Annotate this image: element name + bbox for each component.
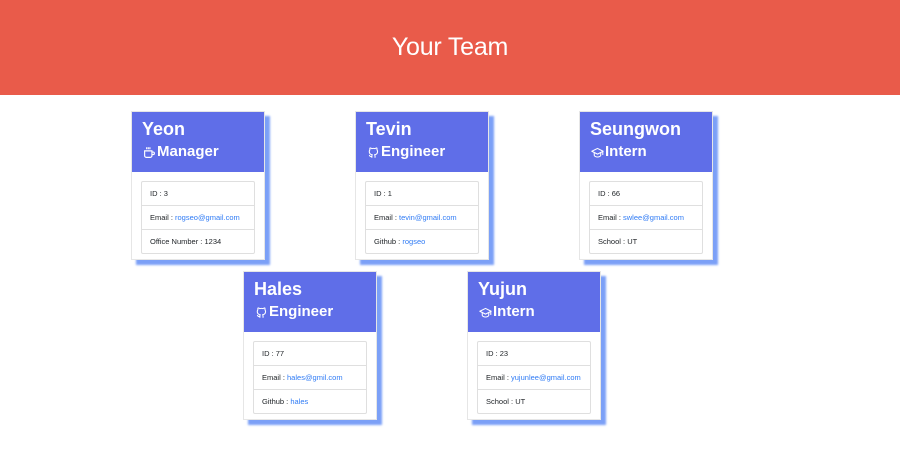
card-header: Yeon Manager (132, 112, 264, 172)
detail-id: ID : 23 (478, 342, 590, 366)
detail-school: School : UT (598, 237, 638, 246)
graduation-cap-icon (478, 305, 492, 319)
github-icon (366, 145, 380, 159)
detail-email: Email : swlee@gmail.com (590, 206, 702, 230)
employee-role: Engineer (254, 302, 376, 322)
detail-github: Github : rogseo (374, 237, 426, 246)
employee-name: Yeon (142, 119, 186, 139)
email-link[interactable]: tevin@gmail.com (399, 213, 457, 222)
role-label: Engineer (269, 303, 334, 320)
employee-card-engineer: Tevin Engineer ID : 1 Email : tevin@gmai… (355, 111, 489, 260)
employee-role: Manager (142, 142, 264, 162)
detail-id: ID : 77 (254, 342, 366, 366)
card-header: Yujun Intern (468, 272, 600, 332)
employee-details: ID : 77 Email : hales@gmil.com Github : … (253, 341, 367, 414)
employee-name: Tevin (366, 119, 412, 139)
github-icon (254, 305, 268, 319)
employee-card-engineer: Hales Engineer ID : 77 Email : hales@gmi… (243, 271, 377, 420)
email-link[interactable]: yujunlee@gmail.com (511, 373, 581, 382)
email-link[interactable]: hales@gmil.com (287, 373, 343, 382)
card-header: Hales Engineer (244, 272, 376, 332)
detail-office-number: Office Number : 1234 (150, 237, 222, 246)
role-label: Intern (605, 143, 647, 160)
detail-id: ID : 66 (590, 182, 702, 206)
employee-card-manager: Yeon Manager ID : 3 Email : rogseo@gmail… (131, 111, 265, 260)
employee-role: Intern (478, 302, 600, 322)
employee-card-intern: Seungwon Intern ID : 66 Email : swlee@gm… (579, 111, 713, 260)
employee-name: Yujun (478, 279, 527, 299)
detail-id: ID : 1 (366, 182, 478, 206)
card-header: Tevin Engineer (356, 112, 488, 172)
email-link[interactable]: rogseo@gmail.com (175, 213, 240, 222)
detail-email: Email : yujunlee@gmail.com (478, 366, 590, 390)
employee-name: Hales (254, 279, 303, 299)
page-header: Your Team (0, 0, 900, 95)
employee-card-intern: Yujun Intern ID : 23 Email : yujunlee@gm… (467, 271, 601, 420)
employee-details: ID : 66 Email : swlee@gmail.com School :… (589, 181, 703, 254)
detail-github: Github : hales (262, 397, 309, 406)
email-link[interactable]: swlee@gmail.com (623, 213, 684, 222)
detail-school: School : UT (486, 397, 526, 406)
detail-email: Email : hales@gmil.com (254, 366, 366, 390)
detail-id: ID : 3 (142, 182, 254, 206)
github-link[interactable]: hales (290, 397, 308, 406)
card-header: Seungwon Intern (580, 112, 712, 172)
graduation-cap-icon (590, 145, 604, 159)
page-title: Your Team (391, 33, 509, 61)
role-label: Intern (493, 303, 535, 320)
github-link[interactable]: rogseo (402, 237, 425, 246)
employee-role: Engineer (366, 142, 488, 162)
detail-email: Email : tevin@gmail.com (366, 206, 478, 230)
role-label: Manager (157, 143, 219, 160)
role-label: Engineer (381, 143, 446, 160)
detail-email: Email : rogseo@gmail.com (142, 206, 254, 230)
coffee-mug-icon (142, 145, 156, 159)
employee-details: ID : 1 Email : tevin@gmail.com Github : … (365, 181, 479, 254)
employee-role: Intern (590, 142, 712, 162)
employee-name: Seungwon (590, 119, 681, 139)
employee-details: ID : 23 Email : yujunlee@gmail.com Schoo… (477, 341, 591, 414)
employee-details: ID : 3 Email : rogseo@gmail.com Office N… (141, 181, 255, 254)
